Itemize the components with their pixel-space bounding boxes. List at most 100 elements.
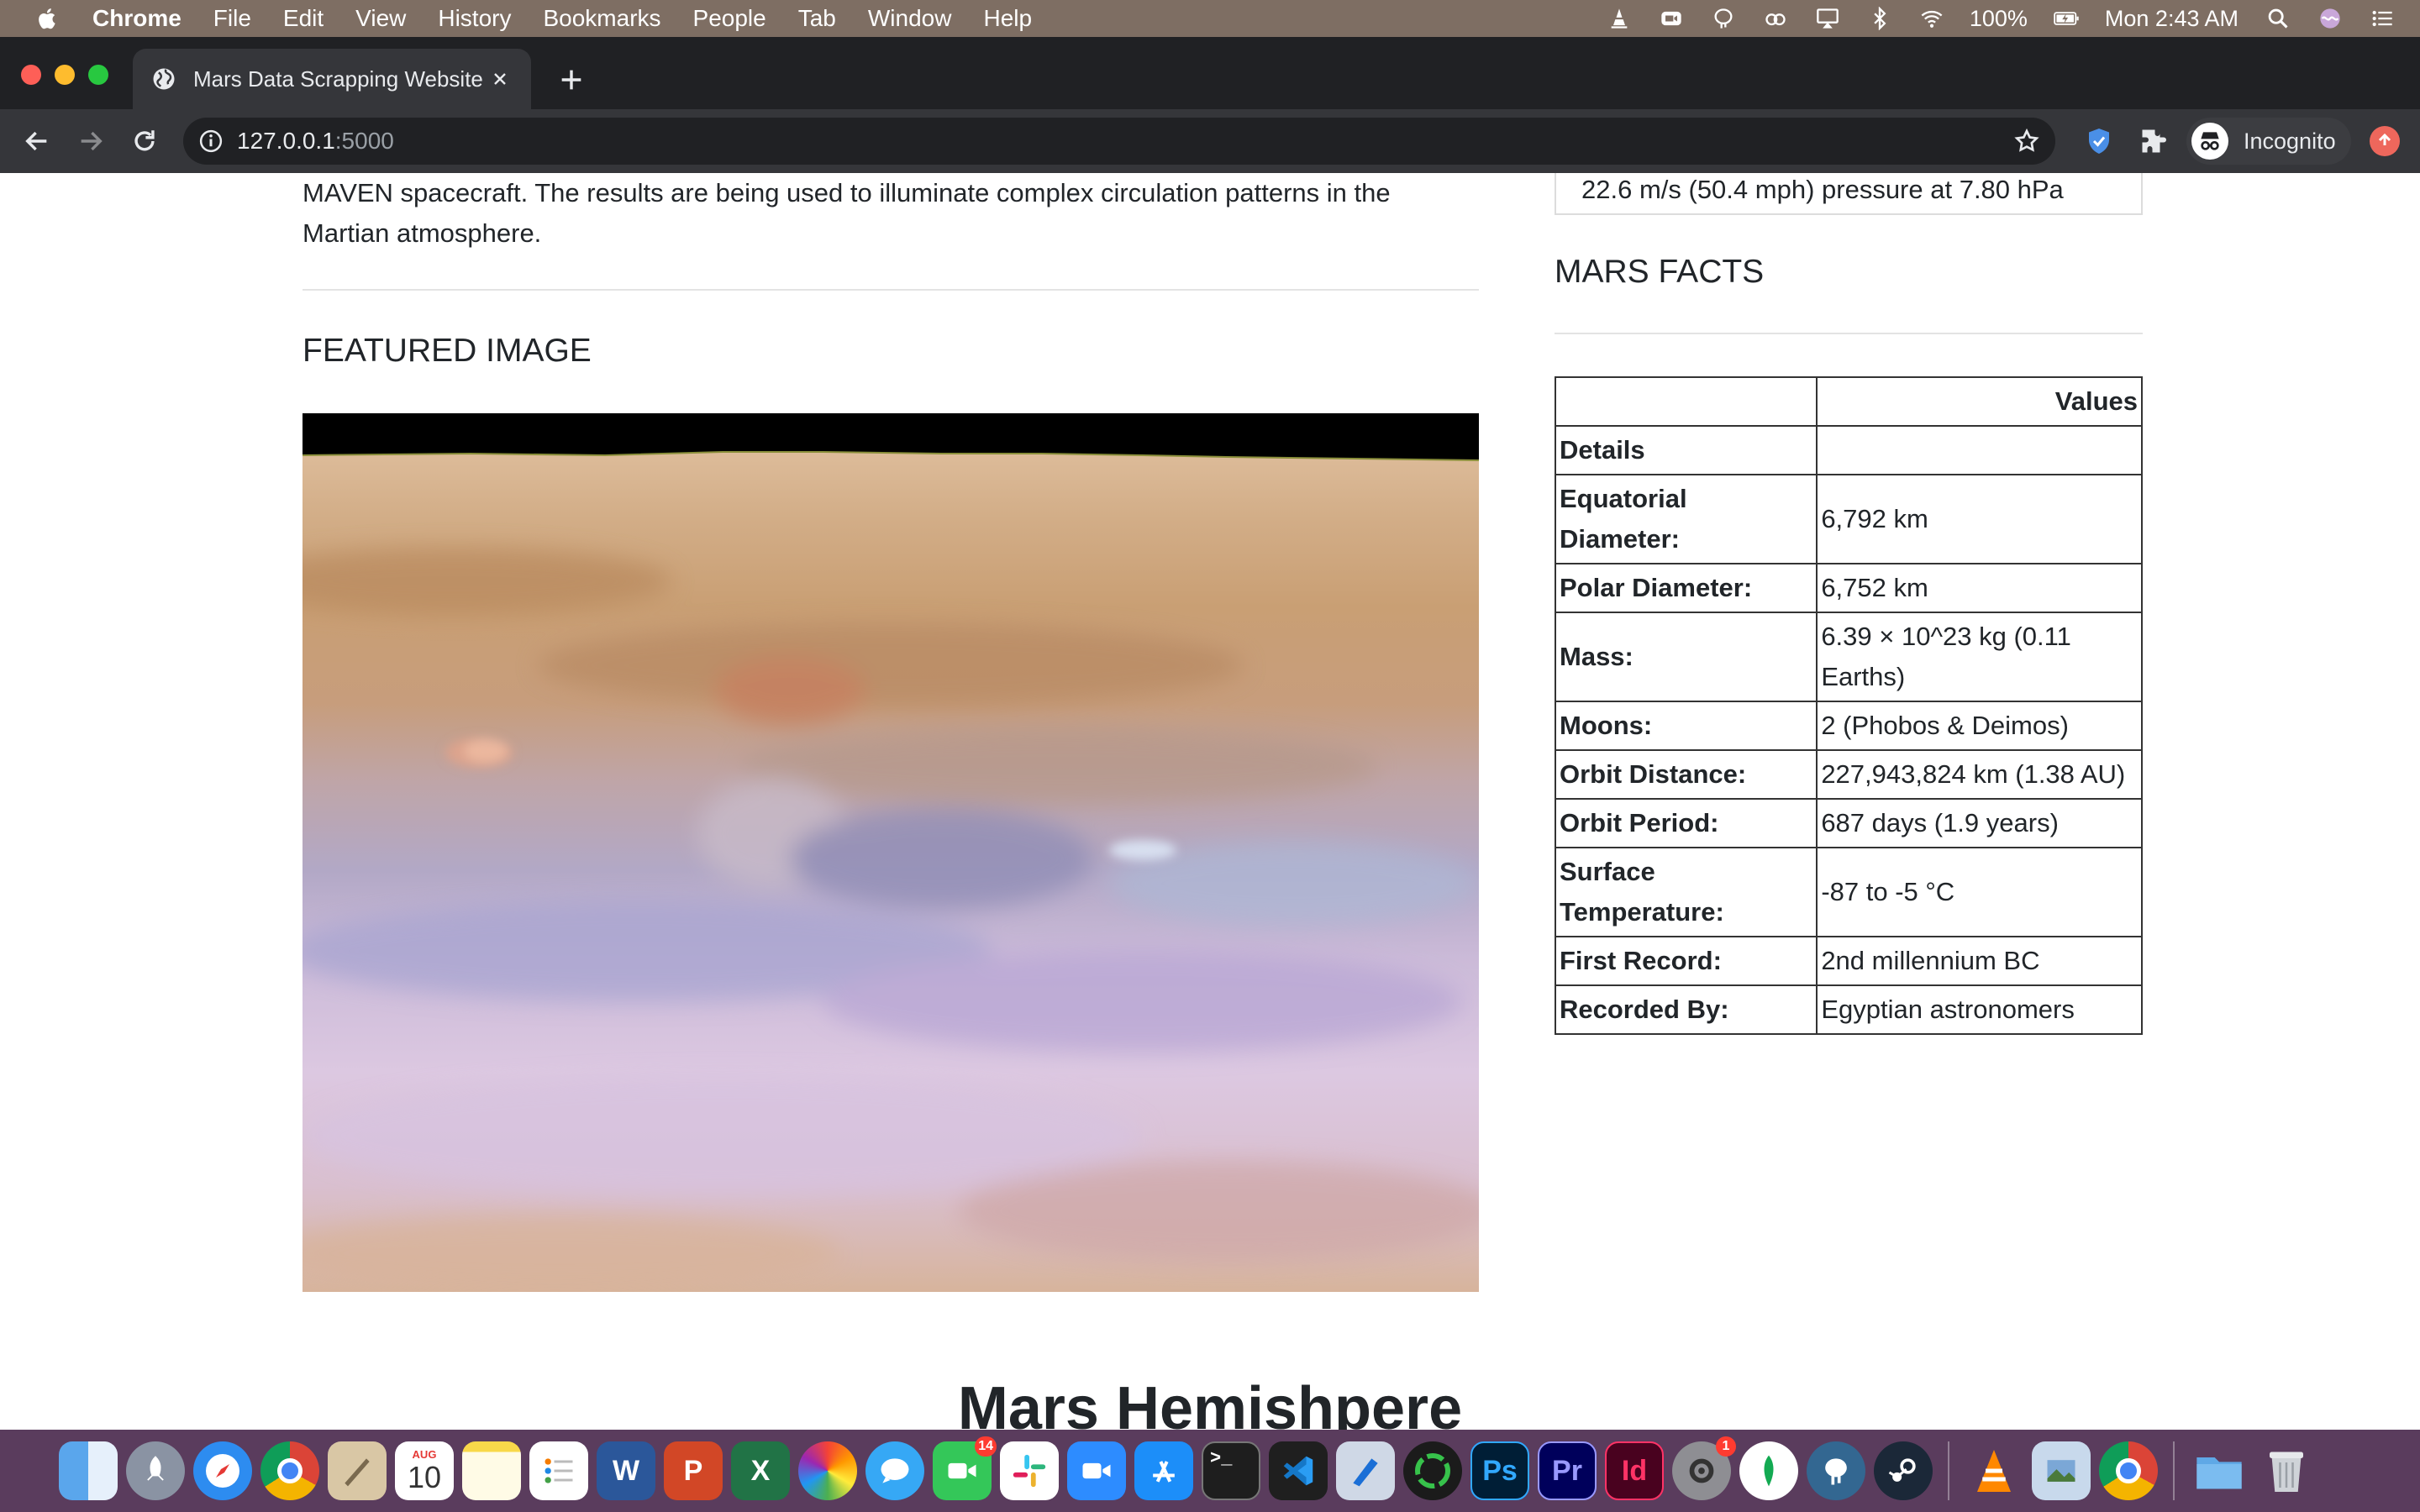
bookmark-star-icon[interactable]: [2013, 128, 2040, 155]
vlc-status-icon[interactable]: [1605, 6, 1634, 31]
menu-bookmarks[interactable]: Bookmarks: [543, 5, 660, 32]
tab-close-icon[interactable]: [487, 66, 513, 92]
menu-file[interactable]: File: [213, 5, 251, 32]
table-row: Recorded By: Egyptian astronomers: [1554, 984, 2143, 1035]
notification-center-icon[interactable]: [2368, 6, 2396, 31]
mars-facts-table: Values Details Equatorial Diameter: 6,792…: [1554, 376, 2143, 1035]
table-row: Surface Temperature: -87 to -5 °C: [1554, 847, 2143, 937]
featured-image-heading: FEATURED IMAGE: [302, 333, 592, 369]
trash-icon[interactable]: [2257, 1441, 2316, 1500]
extensions-puzzle-icon[interactable]: [2139, 126, 2169, 156]
bluetooth-status-icon[interactable]: [1865, 6, 1894, 31]
menu-view[interactable]: View: [355, 5, 406, 32]
postgres-icon[interactable]: [1807, 1441, 1865, 1500]
notes-icon[interactable]: [462, 1441, 521, 1500]
image-capture-icon[interactable]: [2032, 1441, 2091, 1500]
xcode-icon[interactable]: [1336, 1441, 1395, 1500]
reload-icon[interactable]: [128, 124, 161, 158]
menu-edit[interactable]: Edit: [283, 5, 324, 32]
fact-value: Egyptian astronomers: [1816, 984, 2143, 1035]
spotlight-search-icon[interactable]: [2264, 6, 2292, 31]
indesign-icon[interactable]: Id: [1605, 1441, 1664, 1500]
calendar-icon[interactable]: AUG 10: [395, 1441, 454, 1500]
menu-help[interactable]: Help: [983, 5, 1032, 32]
launchpad-icon[interactable]: [126, 1441, 185, 1500]
table-row: Orbit Period: 687 days (1.9 years): [1554, 798, 2143, 848]
downloads-folder-icon[interactable]: [2190, 1441, 2249, 1500]
apple-menu-icon[interactable]: [34, 4, 62, 33]
featured-image[interactable]: [302, 413, 1479, 1292]
macos-dock: AUG 10 W P X 14 >_ Ps Pr Id 1: [0, 1430, 2420, 1512]
slack-icon[interactable]: [1000, 1441, 1059, 1500]
finder-icon[interactable]: [59, 1441, 118, 1500]
page-viewport: MAVEN spacecraft. The results are being …: [0, 173, 2420, 1430]
siri-icon[interactable]: [2316, 6, 2344, 31]
pycharm-icon[interactable]: [1403, 1441, 1462, 1500]
menu-chrome[interactable]: Chrome: [92, 5, 182, 32]
menu-history[interactable]: History: [438, 5, 511, 32]
wifi-status-icon[interactable]: [1918, 6, 1946, 31]
safari-icon[interactable]: [193, 1441, 252, 1500]
window-zoom-button[interactable]: [88, 65, 108, 85]
chrome-update-icon[interactable]: [2370, 126, 2400, 156]
vlc-icon[interactable]: [1965, 1441, 2023, 1500]
photoshop-icon[interactable]: Ps: [1470, 1441, 1529, 1500]
table-header-values: Values: [1816, 376, 2143, 427]
messages-icon[interactable]: [865, 1441, 924, 1500]
forward-arrow-icon[interactable]: [74, 124, 108, 158]
fact-value: 2 (Phobos & Deimos): [1816, 701, 2143, 751]
fact-key: Equatorial Diameter:: [1554, 474, 1818, 564]
menu-people[interactable]: People: [693, 5, 766, 32]
table-row: Polar Diameter: 6,752 km: [1554, 563, 2143, 613]
preview-icon[interactable]: [328, 1441, 387, 1500]
steam-icon[interactable]: [1874, 1441, 1933, 1500]
url-host: 127.0.0.1: [237, 128, 335, 154]
fact-value: 227,943,824 km (1.38 AU): [1816, 749, 2143, 800]
facetime-icon[interactable]: 14: [933, 1436, 997, 1500]
microsoft-word-icon[interactable]: W: [597, 1441, 655, 1500]
table-row: Equatorial Diameter: 6,792 km: [1554, 474, 2143, 564]
postgres-status-icon[interactable]: [1709, 6, 1738, 31]
fact-key: Mass:: [1554, 612, 1818, 702]
mongodb-compass-icon[interactable]: [1739, 1441, 1798, 1500]
browser-tab-active[interactable]: Mars Data Scrapping Website: [133, 49, 531, 109]
fact-value: 2nd millennium BC: [1816, 936, 2143, 986]
back-arrow-icon[interactable]: [20, 124, 54, 158]
site-info-icon[interactable]: [198, 129, 224, 154]
zoom-status-icon[interactable]: [1657, 6, 1686, 31]
incognito-icon: [2191, 123, 2228, 160]
chrome-incognito-icon[interactable]: [2099, 1441, 2158, 1500]
menu-tab[interactable]: Tab: [798, 5, 836, 32]
window-minimize-button[interactable]: [55, 65, 75, 85]
zoom-icon[interactable]: [1067, 1441, 1126, 1500]
airplay-status-icon[interactable]: [1813, 6, 1842, 31]
shield-extension-icon[interactable]: [2084, 126, 2114, 156]
photos-icon[interactable]: [798, 1441, 857, 1500]
new-tab-button[interactable]: [555, 66, 588, 99]
fact-value: 6.39 × 10^23 kg (0.11 Earths): [1816, 612, 2143, 702]
window-close-button[interactable]: [21, 65, 41, 85]
reminders-icon[interactable]: [529, 1441, 588, 1500]
fact-key: Recorded By:: [1554, 984, 1818, 1035]
dock-separator: [2173, 1441, 2175, 1500]
menu-bar-clock[interactable]: Mon 2:43 AM: [2105, 6, 2238, 32]
microsoft-excel-icon[interactable]: X: [731, 1441, 790, 1500]
facetime-badge: 14: [975, 1436, 997, 1457]
menu-window[interactable]: Window: [868, 5, 952, 32]
fact-key: Polar Diameter:: [1554, 563, 1818, 613]
terminal-icon[interactable]: >_: [1202, 1441, 1260, 1500]
mars-facts-heading: MARS FACTS: [1555, 254, 1765, 290]
fact-key: Surface Temperature:: [1554, 847, 1818, 937]
incognito-profile-button[interactable]: Incognito: [2186, 118, 2351, 165]
weather-text: 22.6 m/s (50.4 mph) pressure at 7.80 hPa: [1581, 175, 2064, 204]
system-preferences-icon[interactable]: 1: [1672, 1436, 1736, 1500]
chrome-icon[interactable]: [260, 1441, 319, 1500]
creative-cloud-status-icon[interactable]: [1761, 6, 1790, 31]
address-bar[interactable]: 127.0.0.1:5000: [183, 118, 2055, 165]
battery-charging-icon[interactable]: [2053, 6, 2081, 31]
microsoft-powerpoint-icon[interactable]: P: [664, 1441, 723, 1500]
app-store-icon[interactable]: [1134, 1441, 1193, 1500]
premiere-icon[interactable]: Pr: [1538, 1441, 1597, 1500]
vscode-icon[interactable]: [1269, 1441, 1328, 1500]
table-header-empty: [1554, 376, 1818, 427]
